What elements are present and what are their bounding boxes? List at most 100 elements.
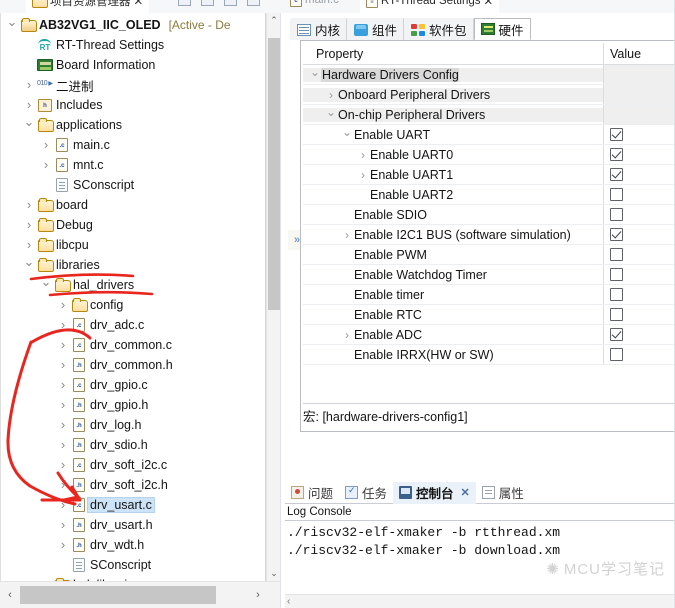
view-menu-icon[interactable] bbox=[224, 0, 237, 6]
tab-components[interactable]: 组件 bbox=[347, 18, 405, 40]
chevron-right-icon[interactable] bbox=[22, 78, 36, 92]
chevron-right-icon[interactable] bbox=[357, 148, 369, 162]
checkbox[interactable] bbox=[610, 188, 623, 201]
collapse-all-icon[interactable] bbox=[178, 0, 191, 6]
hscrollbar-thumb[interactable] bbox=[20, 586, 216, 604]
tree-item-drv-common-c[interactable]: .c drv_common.c bbox=[1, 335, 265, 355]
tree-item-drv-soft-i2c-c[interactable]: .c drv_soft_i2c.c bbox=[1, 455, 265, 475]
chevron-right-icon[interactable] bbox=[39, 158, 53, 172]
tree-item-config[interactable]: config bbox=[1, 295, 265, 315]
chevron-down-icon[interactable] bbox=[5, 18, 19, 32]
scroll-left-icon[interactable]: ‹ bbox=[2, 586, 18, 604]
checkbox[interactable] bbox=[610, 288, 623, 301]
chevron-right-icon[interactable] bbox=[325, 88, 337, 102]
console-horizontal-scrollbar[interactable]: ‹ bbox=[285, 594, 675, 608]
properties-table[interactable]: Property Value Hardware Drivers Config On… bbox=[303, 43, 675, 403]
checkbox[interactable] bbox=[610, 328, 623, 341]
tab-main-c[interactable]: c main.c bbox=[284, 0, 345, 13]
tree-item-hal-drivers[interactable]: hal_drivers bbox=[1, 275, 265, 295]
checkbox[interactable] bbox=[610, 128, 623, 141]
chevron-right-icon[interactable] bbox=[341, 228, 353, 242]
link-editor-icon[interactable] bbox=[201, 0, 214, 6]
tab-rt-thread-settings[interactable]: ≡ RT-Thread Settings ✕ bbox=[360, 0, 500, 13]
chevron-right-icon[interactable] bbox=[22, 198, 36, 212]
chevron-right-icon[interactable] bbox=[22, 218, 36, 232]
tree-item-drv-sdio-h[interactable]: .h drv_sdio.h bbox=[1, 435, 265, 455]
chevron-right-icon[interactable] bbox=[22, 98, 36, 112]
chevron-right-icon[interactable] bbox=[56, 498, 70, 512]
tree-item-board[interactable]: board bbox=[1, 195, 265, 215]
property-row[interactable]: Enable PWM bbox=[303, 245, 675, 265]
chevron-down-icon[interactable] bbox=[39, 278, 53, 292]
tree-item-drv-usart-c[interactable]: .cdrv_usart.c bbox=[1, 495, 265, 515]
tree-item-mnt-c[interactable]: .c mnt.c bbox=[1, 155, 265, 175]
chevron-right-icon[interactable] bbox=[39, 138, 53, 152]
property-row[interactable]: Enable IRRX(HW or SW) bbox=[303, 345, 675, 365]
checkbox[interactable] bbox=[610, 148, 623, 161]
close-icon[interactable]: ✕ bbox=[484, 0, 494, 8]
chevron-right-icon[interactable] bbox=[56, 538, 70, 552]
chevron-right-icon[interactable] bbox=[56, 398, 70, 412]
chevron-right-icon[interactable] bbox=[56, 438, 70, 452]
chevron-down-icon[interactable] bbox=[22, 258, 36, 272]
project-tree[interactable]: AB32VG1_IIC_OLED [Active - De RTRT-Thread … bbox=[0, 13, 266, 581]
property-row[interactable]: Enable UART bbox=[303, 125, 675, 145]
tree-item-sconscript[interactable]: SConscript bbox=[1, 555, 265, 575]
chevron-right-icon[interactable] bbox=[56, 338, 70, 352]
chevron-right-icon[interactable] bbox=[56, 478, 70, 492]
tree-item-drv-common-h[interactable]: .h drv_common.h bbox=[1, 355, 265, 375]
tree-item-debug[interactable]: Debug bbox=[1, 215, 265, 235]
property-row[interactable]: On-chip Peripheral Drivers bbox=[303, 105, 675, 125]
tree-item-drv-usart-h[interactable]: .h drv_usart.h bbox=[1, 515, 265, 535]
chevron-right-icon[interactable] bbox=[56, 418, 70, 432]
tab-packages[interactable]: 软件包 bbox=[404, 18, 474, 40]
checkbox[interactable] bbox=[610, 228, 623, 241]
checkbox[interactable] bbox=[610, 208, 623, 221]
tree-item-drv-adc-c[interactable]: .c drv_adc.c bbox=[1, 315, 265, 335]
chevron-right-icon[interactable] bbox=[357, 168, 369, 182]
minimize-icon[interactable] bbox=[247, 0, 260, 6]
chevron-right-icon[interactable] bbox=[56, 458, 70, 472]
property-row[interactable]: Enable I2C1 BUS (software simulation) bbox=[303, 225, 675, 245]
tree-item-applications[interactable]: applications bbox=[1, 115, 265, 135]
property-row[interactable]: Hardware Drivers Config bbox=[303, 65, 675, 85]
scroll-down-icon[interactable]: ⌄ bbox=[267, 566, 281, 581]
tab-kernel[interactable]: 内核 bbox=[290, 18, 348, 40]
chevron-down-icon[interactable] bbox=[325, 108, 337, 122]
property-row[interactable]: Enable UART1 bbox=[303, 165, 675, 185]
checkbox[interactable] bbox=[610, 268, 623, 281]
close-icon[interactable]: ✕ bbox=[461, 486, 470, 499]
chevron-right-icon[interactable] bbox=[22, 238, 36, 252]
tree-item-includes[interactable]: hIncludes bbox=[1, 95, 265, 115]
tab-hardware[interactable]: 硬件 bbox=[473, 18, 531, 40]
property-row[interactable]: Enable ADC bbox=[303, 325, 675, 345]
console-tab-console[interactable]: 控制台 ✕ bbox=[393, 481, 476, 504]
tree-item-sconscript[interactable]: SConscript bbox=[1, 175, 265, 195]
tree-item-drv-gpio-h[interactable]: .h drv_gpio.h bbox=[1, 395, 265, 415]
property-row[interactable]: Enable timer bbox=[303, 285, 675, 305]
tab-project-explorer[interactable]: 项目资源管理器 ✕ bbox=[26, 0, 150, 13]
checkbox[interactable] bbox=[610, 308, 623, 321]
property-row[interactable]: Enable RTC bbox=[303, 305, 675, 325]
scroll-up-icon[interactable]: ⌃ bbox=[267, 13, 281, 28]
chevron-down-icon[interactable] bbox=[22, 118, 36, 132]
console-tab-properties[interactable]: 属性 bbox=[476, 482, 530, 504]
explorer-vertical-scrollbar[interactable]: ⌃ ⌄ bbox=[266, 13, 280, 581]
chevron-down-icon[interactable] bbox=[341, 128, 353, 142]
tree-item-drv-log-h[interactable]: .h drv_log.h bbox=[1, 415, 265, 435]
tree-item-[interactable]: 二进制 bbox=[1, 75, 265, 95]
chevron-right-icon[interactable] bbox=[56, 298, 70, 312]
chevron-right-icon[interactable] bbox=[56, 358, 70, 372]
property-row[interactable]: Enable UART2 bbox=[303, 185, 675, 205]
console-tab-tasks[interactable]: 任务 bbox=[339, 482, 393, 504]
checkbox[interactable] bbox=[610, 248, 623, 261]
tree-item-libcpu[interactable]: libcpu bbox=[1, 235, 265, 255]
tree-item-main-c[interactable]: .c main.c bbox=[1, 135, 265, 155]
tree-item-ab32vg1-iic-oled[interactable]: AB32VG1_IIC_OLED [Active - De bbox=[1, 15, 265, 35]
tree-item-rt-thread-settings[interactable]: RT RT-Thread Settings bbox=[1, 35, 265, 55]
chevron-right-icon[interactable] bbox=[56, 378, 70, 392]
panel-divider[interactable] bbox=[280, 13, 281, 608]
close-icon[interactable]: ✕ bbox=[134, 0, 144, 8]
console-tab-problems[interactable]: 问题 bbox=[285, 482, 339, 504]
tree-item-drv-gpio-c[interactable]: .c drv_gpio.c bbox=[1, 375, 265, 395]
